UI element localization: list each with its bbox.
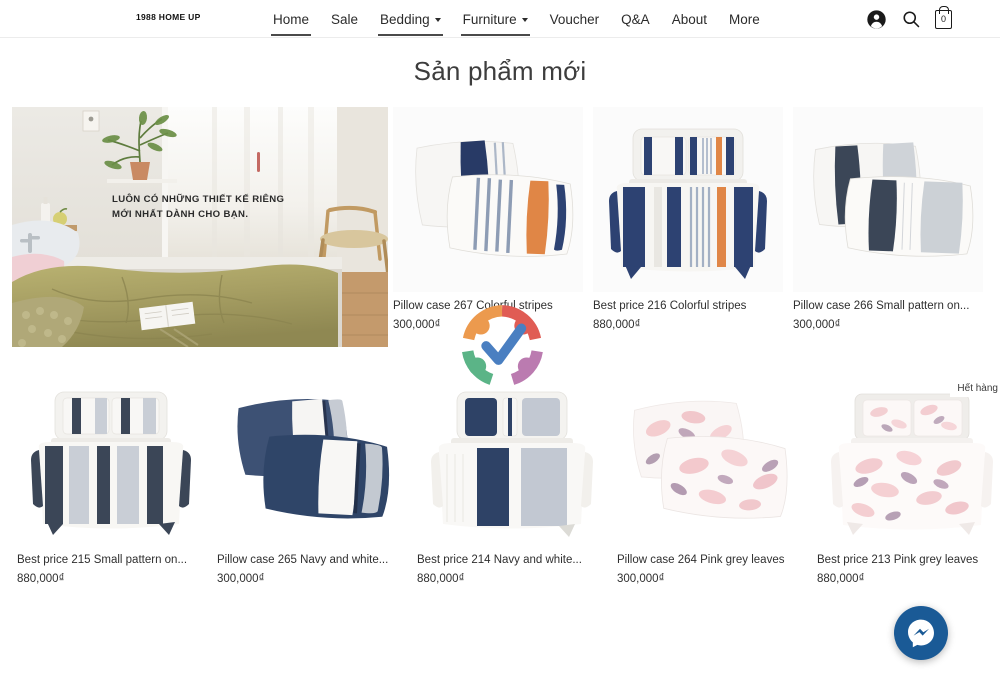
verified-trust-badge-icon xyxy=(458,302,546,390)
product-image-pillow-265 xyxy=(217,374,407,546)
hero-banner[interactable]: LUÔN CÓ NHỮNG THIẾT KẾ RIÊNG MỚI NHẤT DÀ… xyxy=(12,107,388,347)
nav-item-bedding[interactable]: Bedding xyxy=(369,0,452,38)
nav-label: More xyxy=(728,11,760,27)
nav-item-sale[interactable]: Sale xyxy=(320,0,369,38)
cart-count: 0 xyxy=(940,13,946,24)
product-card[interactable]: Hết hàng Best price 213 Pink grey leaves… xyxy=(812,374,1000,585)
nav-label: Sale xyxy=(331,11,359,27)
product-row-2: Best price 215 Small pattern on... 880,0… xyxy=(12,374,1000,585)
shopping-bag-icon[interactable]: 0 xyxy=(935,9,952,29)
hero-headline: LUÔN CÓ NHỮNG THIẾT KẾ RIÊNG MỚI NHẤT DÀ… xyxy=(112,194,285,220)
nav-label: About xyxy=(671,11,707,27)
chevron-down-icon xyxy=(434,18,441,22)
header-icon-group: 0 xyxy=(866,0,952,38)
nav-item-about[interactable]: About xyxy=(661,0,718,38)
product-image-pillow-267 xyxy=(393,107,583,292)
product-card[interactable]: Pillow case 266 Small pattern on... 300,… xyxy=(788,107,988,352)
cart-bag: 0 xyxy=(935,9,952,29)
product-card[interactable]: Pillow case 265 Navy and white... 300,00… xyxy=(212,374,412,585)
product-card[interactable]: Pillow case 264 Pink grey leaves 300,000… xyxy=(612,374,812,585)
product-title[interactable]: Pillow case 264 Pink grey leaves xyxy=(617,554,807,566)
main-navigation: Home Sale Bedding Furniture Voucher Q&A … xyxy=(262,0,771,38)
site-header: 1988 HOME UP Home Sale Bedding Furniture… xyxy=(0,0,1000,38)
product-title[interactable]: Best price 215 Small pattern on... xyxy=(17,554,207,566)
product-image-pillow-266 xyxy=(793,107,983,292)
account-icon[interactable] xyxy=(866,9,887,30)
product-card[interactable]: Best price 216 Colorful stripes 880,000₫ xyxy=(588,107,788,352)
product-price: 880,000₫ xyxy=(17,573,65,585)
nav-label: Bedding xyxy=(380,11,430,27)
product-price: 880,000₫ xyxy=(593,319,641,331)
page-title: Sản phẩm mới xyxy=(413,56,587,86)
product-price: 880,000₫ xyxy=(417,573,465,585)
product-image-bedding-214 xyxy=(417,374,607,546)
product-title[interactable]: Best price 214 Navy and white... xyxy=(417,554,607,566)
product-image-bedding-216 xyxy=(593,107,783,292)
site-logo[interactable]: 1988 HOME UP xyxy=(136,12,201,22)
search-icon[interactable] xyxy=(901,9,921,29)
product-title[interactable]: Pillow case 266 Small pattern on... xyxy=(793,300,983,312)
messenger-chat-button[interactable] xyxy=(894,606,948,660)
nav-item-home[interactable]: Home xyxy=(262,0,320,38)
product-image-bedding-215 xyxy=(17,374,207,546)
status-badge-out-of-stock: Hết hàng xyxy=(950,380,1000,397)
nav-label: Home xyxy=(273,11,310,27)
product-title[interactable]: Pillow case 265 Navy and white... xyxy=(217,554,407,566)
product-price: 300,000₫ xyxy=(617,573,665,585)
facebook-messenger-icon xyxy=(908,619,934,648)
nav-item-voucher[interactable]: Voucher xyxy=(539,0,611,38)
chevron-down-icon xyxy=(521,18,528,22)
product-card[interactable]: Best price 214 Navy and white... 880,000… xyxy=(412,374,612,585)
product-title[interactable]: Best price 216 Colorful stripes xyxy=(593,300,783,312)
nav-item-more[interactable]: More xyxy=(718,0,771,38)
product-image-pillow-264 xyxy=(617,374,807,546)
product-title[interactable]: Best price 213 Pink grey leaves xyxy=(817,554,1000,566)
product-price: 300,000₫ xyxy=(793,319,841,331)
nav-item-furniture[interactable]: Furniture xyxy=(452,0,539,38)
product-price: 300,000₫ xyxy=(217,573,265,585)
product-card[interactable]: Best price 215 Small pattern on... 880,0… xyxy=(12,374,212,585)
nav-label: Q&A xyxy=(621,11,650,27)
nav-label: Voucher xyxy=(549,11,600,27)
product-image-bedding-213: Hết hàng xyxy=(817,374,1000,546)
product-price: 880,000₫ xyxy=(817,573,865,585)
nav-item-qa[interactable]: Q&A xyxy=(610,0,661,38)
nav-label: Furniture xyxy=(462,11,517,27)
